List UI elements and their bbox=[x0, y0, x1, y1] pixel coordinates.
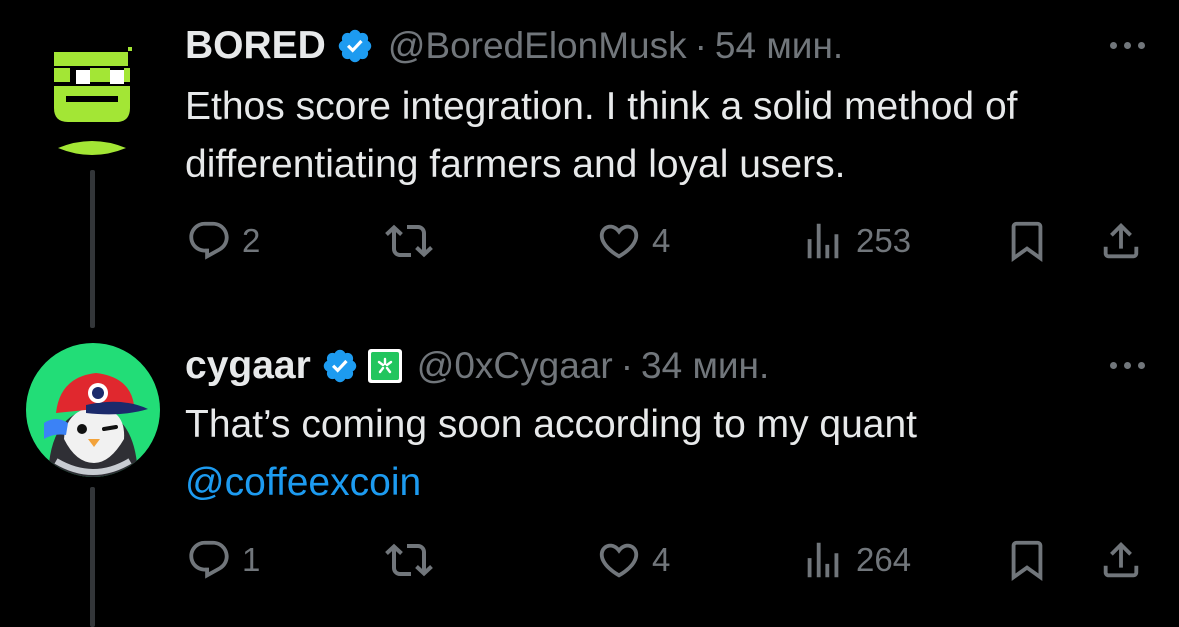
bookmark-icon bbox=[1011, 540, 1043, 581]
reply-icon bbox=[189, 540, 229, 579]
thread: BORED @BoredElonMusk · 54 мин. Ethos sco… bbox=[0, 0, 1179, 627]
tweet-text: Ethos score integration. I think a solid… bbox=[185, 78, 1165, 194]
tweet-text-body: That’s coming soon according to my quant bbox=[185, 403, 918, 446]
retweet-button[interactable] bbox=[385, 216, 433, 266]
retweet-icon bbox=[385, 543, 433, 577]
like-button[interactable]: 4 bbox=[596, 535, 670, 585]
reply-button[interactable]: 1 bbox=[186, 535, 260, 585]
timestamp[interactable]: 34 мин. bbox=[641, 345, 769, 387]
bored-logo-icon bbox=[54, 47, 132, 155]
avatar[interactable] bbox=[26, 343, 160, 477]
retweet-icon bbox=[385, 224, 433, 258]
views-button[interactable]: 253 bbox=[800, 216, 911, 266]
more-icon[interactable] bbox=[1110, 362, 1145, 369]
share-icon bbox=[1103, 222, 1139, 259]
tweet-text: That’s coming soon according to my quant… bbox=[185, 396, 1165, 512]
handle[interactable]: @BoredElonMusk bbox=[388, 25, 687, 67]
share-button[interactable] bbox=[1098, 216, 1144, 266]
separator: · bbox=[620, 345, 634, 386]
separator: · bbox=[694, 25, 707, 66]
share-button[interactable] bbox=[1098, 535, 1144, 585]
action-bar: 1 4 264 bbox=[0, 535, 1179, 585]
verified-badge-icon[interactable] bbox=[336, 27, 374, 65]
timestamp[interactable]: 54 мин. bbox=[715, 25, 843, 67]
like-icon bbox=[599, 543, 639, 578]
views-icon bbox=[807, 542, 839, 578]
tweet-text-body: Ethos score integration. I think a solid… bbox=[185, 85, 1018, 186]
avatar[interactable] bbox=[52, 38, 132, 168]
reply-icon bbox=[189, 221, 229, 260]
more-icon[interactable] bbox=[1110, 42, 1145, 49]
views-button[interactable]: 264 bbox=[800, 535, 911, 585]
tweet-header: BORED @BoredElonMusk · 54 мин. bbox=[185, 20, 843, 72]
penguin-avatar-icon bbox=[26, 343, 160, 477]
share-icon bbox=[1103, 541, 1139, 578]
like-count: 4 bbox=[652, 541, 671, 578]
reply-count: 1 bbox=[242, 541, 261, 578]
like-count: 4 bbox=[652, 222, 671, 259]
like-button[interactable]: 4 bbox=[596, 216, 670, 266]
tweet[interactable]: cygaar @0xCygaar · 34 мин. That’s coming… bbox=[0, 330, 1179, 627]
action-bar: 2 4 253 bbox=[0, 216, 1179, 266]
bookmark-button[interactable] bbox=[1004, 216, 1050, 266]
mention-link[interactable]: @coffeexcoin bbox=[185, 461, 421, 504]
retweet-button[interactable] bbox=[385, 535, 433, 585]
verified-badge-icon[interactable] bbox=[321, 347, 359, 385]
reply-button[interactable]: 2 bbox=[186, 216, 260, 266]
bookmark-icon bbox=[1011, 221, 1043, 262]
display-name[interactable]: BORED bbox=[185, 24, 326, 68]
display-name[interactable]: cygaar bbox=[185, 344, 311, 388]
bookmark-button[interactable] bbox=[1004, 535, 1050, 585]
tweet-header: cygaar @0xCygaar · 34 мин. bbox=[185, 340, 769, 392]
like-icon bbox=[599, 224, 639, 259]
reply-count: 2 bbox=[242, 222, 261, 259]
view-count: 264 bbox=[856, 541, 912, 578]
handle[interactable]: @0xCygaar bbox=[417, 345, 613, 387]
view-count: 253 bbox=[856, 222, 912, 259]
tweet[interactable]: BORED @BoredElonMusk · 54 мин. Ethos sco… bbox=[0, 0, 1179, 330]
views-icon bbox=[807, 223, 839, 259]
affiliate-badge-icon[interactable] bbox=[367, 348, 403, 384]
